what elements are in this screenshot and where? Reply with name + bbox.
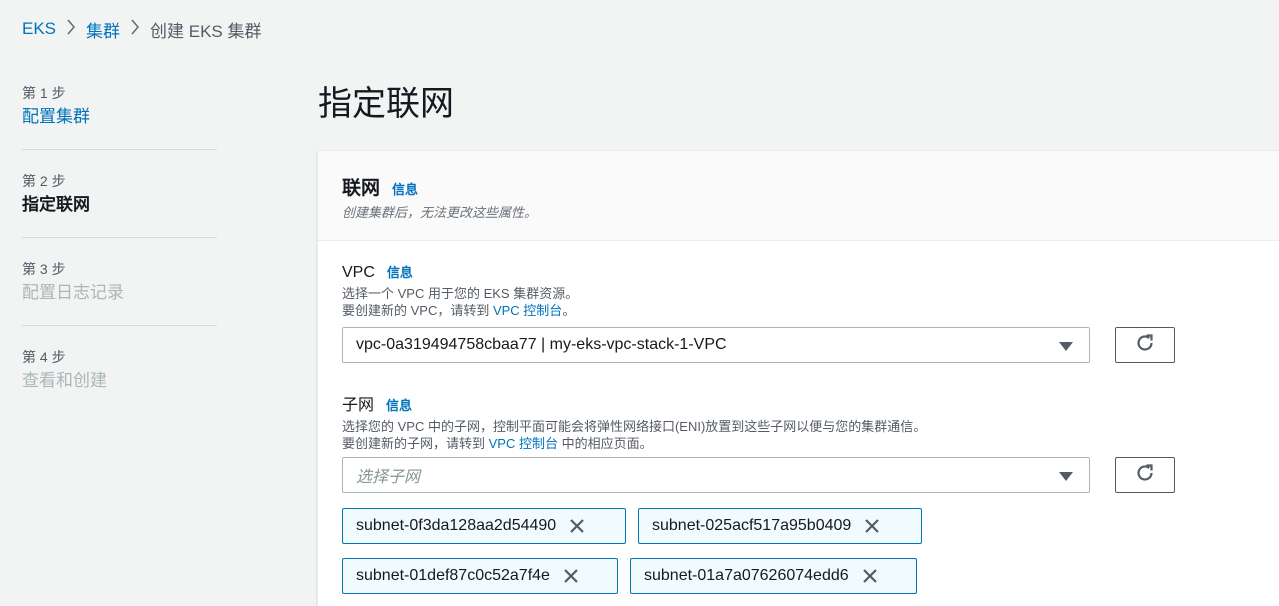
step-4: 第 4 步 查看和创建 — [22, 344, 217, 413]
subnets-select-placeholder: 选择子网 — [356, 469, 421, 486]
vpc-desc-suffix: 。 — [562, 303, 576, 318]
breadcrumb-create-cluster: 创建 EKS 集群 — [150, 21, 262, 41]
vpc-label-row: VPC 信息 — [342, 262, 578, 282]
step-number: 第 4 步 — [22, 349, 66, 365]
vpc-console-link[interactable]: VPC 控制台 — [493, 303, 562, 318]
step-3: 第 3 步 配置日志记录 — [22, 256, 217, 326]
vpc-description-2: 要创建新的 VPC，请转到 VPC 控制台。 — [342, 302, 578, 319]
subnet-token-label: subnet-01def87c0c52a7f4e — [356, 567, 550, 584]
subnets-refresh-button[interactable] — [1115, 457, 1175, 493]
step-number: 第 3 步 — [22, 261, 66, 277]
subnets-field: 子网 信息 选择您的 VPC 中的子网，控制平面可能会将弹性网络接口(ENI)放… — [342, 391, 926, 452]
subnets-label: 子网 — [342, 397, 375, 414]
caret-down-icon — [1059, 472, 1073, 481]
vpc-info-link[interactable]: 信息 — [387, 262, 413, 281]
networking-panel: 联网 信息 创建集群后，无法更改这些属性。 VPC 信息 选择一个 VPC 用于… — [317, 150, 1279, 606]
close-icon[interactable] — [560, 565, 582, 587]
vpc-select[interactable]: vpc-0a319494758cbaa77 | my-eks-vpc-stack… — [342, 327, 1090, 363]
subnets-desc-prefix: 要创建新的子网，请转到 — [342, 436, 489, 451]
subnet-token: subnet-0f3da128aa2d54490 — [342, 508, 626, 544]
subnet-token: subnet-025acf517a95b0409 — [638, 508, 922, 544]
step-title-logging: 配置日志记录 — [22, 283, 124, 302]
wizard-steps: 第 1 步 配置集群 第 2 步 指定联网 第 3 步 配置日志记录 第 4 步… — [22, 80, 217, 431]
vpc-description: 选择一个 VPC 用于您的 EKS 集群资源。 — [342, 286, 579, 301]
close-icon[interactable] — [859, 565, 881, 587]
step-title-networking: 指定联网 — [22, 195, 90, 214]
panel-description: 创建集群后，无法更改这些属性。 — [342, 205, 538, 220]
subnets-description-2: 要创建新的子网，请转到 VPC 控制台 中的相应页面。 — [342, 435, 926, 452]
vpc-label: VPC — [342, 264, 375, 281]
close-icon[interactable] — [566, 515, 588, 537]
step-2: 第 2 步 指定联网 — [22, 168, 217, 238]
vpc-field: VPC 信息 选择一个 VPC 用于您的 EKS 集群资源。 要创建新的 VPC… — [342, 262, 578, 319]
step-number: 第 2 步 — [22, 173, 66, 189]
vpc-select-value: vpc-0a319494758cbaa77 | my-eks-vpc-stack… — [356, 336, 727, 353]
subnets-select[interactable]: 选择子网 — [342, 457, 1090, 493]
step-title-review: 查看和创建 — [22, 371, 107, 390]
page-title: 指定联网 — [318, 85, 454, 123]
subnets-console-link[interactable]: VPC 控制台 — [489, 436, 558, 451]
chevron-right-icon — [56, 18, 86, 40]
breadcrumb: EKS 集群 创建 EKS 集群 — [22, 16, 262, 42]
panel-header: 联网 信息 创建集群后，无法更改这些属性。 — [318, 151, 1279, 241]
panel-title: 联网 — [342, 178, 381, 199]
step-link-configure-cluster[interactable]: 配置集群 — [22, 105, 217, 129]
close-icon[interactable] — [861, 515, 883, 537]
step-number: 第 1 步 — [22, 85, 66, 101]
subnet-token: subnet-01a7a07626074edd6 — [630, 558, 917, 594]
subnets-label-row: 子网 信息 — [342, 391, 926, 415]
subnet-token-label: subnet-025acf517a95b0409 — [652, 517, 852, 534]
refresh-icon — [1134, 462, 1156, 489]
subnets-description: 选择您的 VPC 中的子网，控制平面可能会将弹性网络接口(ENI)放置到这些子网… — [342, 419, 927, 434]
breadcrumb-eks[interactable]: EKS — [22, 19, 56, 39]
vpc-desc-prefix: 要创建新的 VPC，请转到 — [342, 303, 493, 318]
vpc-refresh-button[interactable] — [1115, 327, 1175, 363]
panel-title-row: 联网 信息 — [342, 173, 1279, 200]
subnet-token-label: subnet-0f3da128aa2d54490 — [356, 517, 557, 534]
networking-info-link[interactable]: 信息 — [392, 179, 418, 198]
subnets-info-link[interactable]: 信息 — [386, 395, 412, 414]
step-1: 第 1 步 配置集群 — [22, 80, 217, 150]
refresh-icon — [1134, 332, 1156, 359]
subnet-token-label: subnet-01a7a07626074edd6 — [644, 567, 849, 584]
subnets-desc-suffix: 中的相应页面。 — [557, 436, 653, 451]
chevron-right-icon — [120, 18, 150, 40]
caret-down-icon — [1059, 342, 1073, 351]
subnet-token: subnet-01def87c0c52a7f4e — [342, 558, 618, 594]
breadcrumb-clusters[interactable]: 集群 — [86, 17, 120, 42]
